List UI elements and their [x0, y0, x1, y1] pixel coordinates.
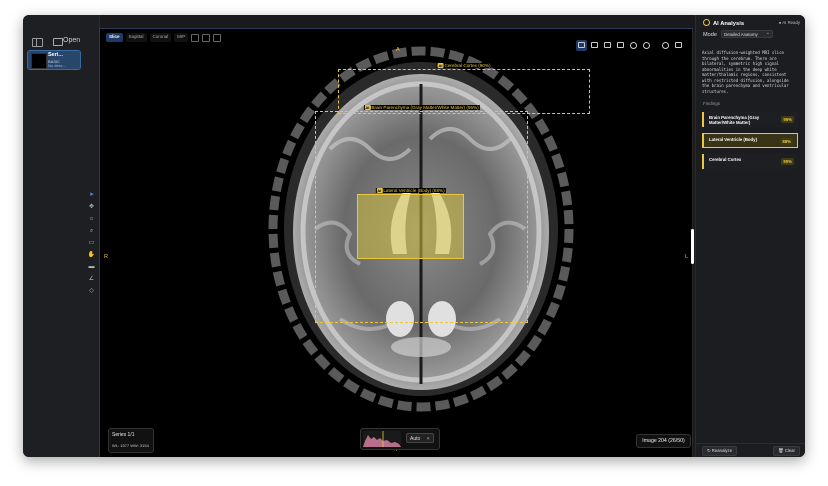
image-counter: Image 204 (26/50) — [636, 434, 691, 448]
histogram-chart[interactable] — [363, 431, 401, 447]
series-name: Seri... — [48, 52, 63, 58]
close-icon[interactable]: ✕ — [426, 434, 430, 444]
histogram-panel: Auto ✕ — [360, 428, 440, 450]
series-item[interactable]: Seri... BASIC No desc... — [27, 50, 81, 70]
rectangle-tool-icon[interactable] — [576, 39, 587, 51]
finding-confidence: 95% — [781, 116, 794, 123]
orientation-top: A — [396, 47, 400, 53]
series-description: No desc... — [48, 63, 67, 68]
eraser-tool-icon[interactable]: ◇ — [88, 287, 95, 294]
findings-label: Findings — [703, 101, 721, 106]
clear-button[interactable]: 🗑 Clear — [773, 446, 800, 456]
toolbar-divider — [654, 40, 658, 51]
finding-title: Brain Parenchyma (Gray Matter/White Matt… — [709, 115, 760, 125]
histogram-auto-button[interactable]: Auto ✕ — [406, 433, 434, 443]
pointer-icon[interactable]: ➤ — [88, 191, 95, 198]
pan-icon[interactable]: ✥ — [88, 203, 95, 210]
window-level: WL: 1577 WW: 3154 — [112, 443, 149, 448]
finding-confidence: 88% — [780, 138, 793, 145]
analysis-description: Axial diffusion-weighted MRI slice throu… — [702, 50, 789, 94]
app-window: Open Seri... BASIC No desc... Slice Sagi… — [23, 15, 805, 457]
crosshair-icon[interactable] — [628, 40, 639, 51]
finding-item[interactable]: Brain Parenchyma (Gray Matter/White Matt… — [702, 112, 798, 127]
ai-panel: AI Analysis ● AI Ready Mode Detailed Ana… — [695, 15, 805, 457]
settings-icon[interactable] — [641, 40, 652, 51]
finding-title: Cerebral Cortex — [709, 157, 742, 162]
viewer-toolbar — [576, 39, 684, 51]
image-viewer[interactable]: Slice Sagittal Coronal MIP AI Cerebral C… — [88, 28, 694, 457]
eraser-icon[interactable] — [673, 40, 684, 51]
ai-tag: AI — [437, 63, 444, 68]
histogram-mode: Auto — [410, 436, 421, 442]
brain-icon — [703, 19, 710, 26]
annotation-text: Lateral Ventricle (Body) (88%) — [383, 188, 445, 193]
clear-label: Clear — [784, 448, 795, 453]
annotation-label: AI Lateral Ventricle (Body) (88%) — [375, 188, 446, 193]
zoom-icon[interactable]: ⌕ — [88, 227, 95, 234]
mode-label: Mode — [703, 32, 717, 38]
finding-item[interactable]: Lateral Ventricle (Body) 88% — [702, 133, 798, 148]
annotation-text: Brain Parenchyma (Gray Matter/White Matt… — [371, 105, 479, 110]
ai-panel-title: AI Analysis — [703, 19, 744, 27]
series-thumbnail — [31, 53, 47, 69]
ai-status: ● AI Ready — [778, 20, 800, 25]
ai-tag: AI — [376, 188, 383, 193]
finding-confidence: 90% — [781, 158, 794, 165]
finding-title: Lateral Ventricle (Body) — [709, 137, 757, 142]
annotation-label: AI Cerebral Cortex (90%) — [436, 63, 492, 68]
annotate-icon[interactable] — [602, 40, 613, 51]
annotation-text: Cerebral Cortex (90%) — [444, 63, 491, 68]
rectangle-icon[interactable]: ▭ — [88, 239, 95, 246]
reanalyze-label: Reanalyze — [711, 448, 733, 453]
sidebar-header: Open — [23, 35, 99, 49]
orientation-right: L — [685, 254, 689, 260]
folder-icon[interactable] — [53, 38, 63, 46]
zoom-in-icon[interactable] — [589, 40, 600, 51]
ruler-icon[interactable]: ▬ — [88, 263, 95, 270]
ai-status-text: AI Ready — [782, 20, 800, 25]
slice-scroll-handle[interactable] — [691, 229, 694, 264]
reanalyze-button[interactable]: ↻ Reanalyze — [702, 446, 738, 456]
open-button[interactable]: Open — [63, 37, 80, 44]
series-info-box: Series 1/1 WL: 1577 WW: 3154 — [108, 428, 154, 453]
hand-icon[interactable]: ✋ — [88, 251, 95, 258]
mode-select[interactable]: Detailed Anatomy — [721, 29, 773, 38]
ai-title-text: AI Analysis — [713, 21, 745, 27]
ai-eye-icon[interactable] — [660, 40, 671, 51]
series-counter: Series 1/1 — [112, 432, 135, 438]
sidebar-toggle-icon[interactable] — [32, 38, 43, 47]
annotation-lateral-ventricle[interactable]: AI Lateral Ventricle (Body) (88%) — [357, 188, 464, 259]
side-tools: ➤ ✥ ☼ ⌕ ▭ ✋ ▬ ∠ ◇ — [88, 191, 95, 294]
finding-item[interactable]: Cerebral Cortex 90% — [702, 154, 798, 169]
ai-panel-footer: ↻ Reanalyze 🗑 Clear — [696, 443, 805, 457]
brightness-icon[interactable]: ☼ — [88, 215, 95, 222]
ai-tag: AI — [364, 105, 371, 110]
annotation-label: AI Brain Parenchyma (Gray Matter/White Ma… — [363, 105, 480, 110]
angle-icon[interactable]: ∠ — [88, 275, 95, 282]
measure-icon[interactable] — [615, 40, 626, 51]
orientation-left: R — [104, 254, 108, 260]
